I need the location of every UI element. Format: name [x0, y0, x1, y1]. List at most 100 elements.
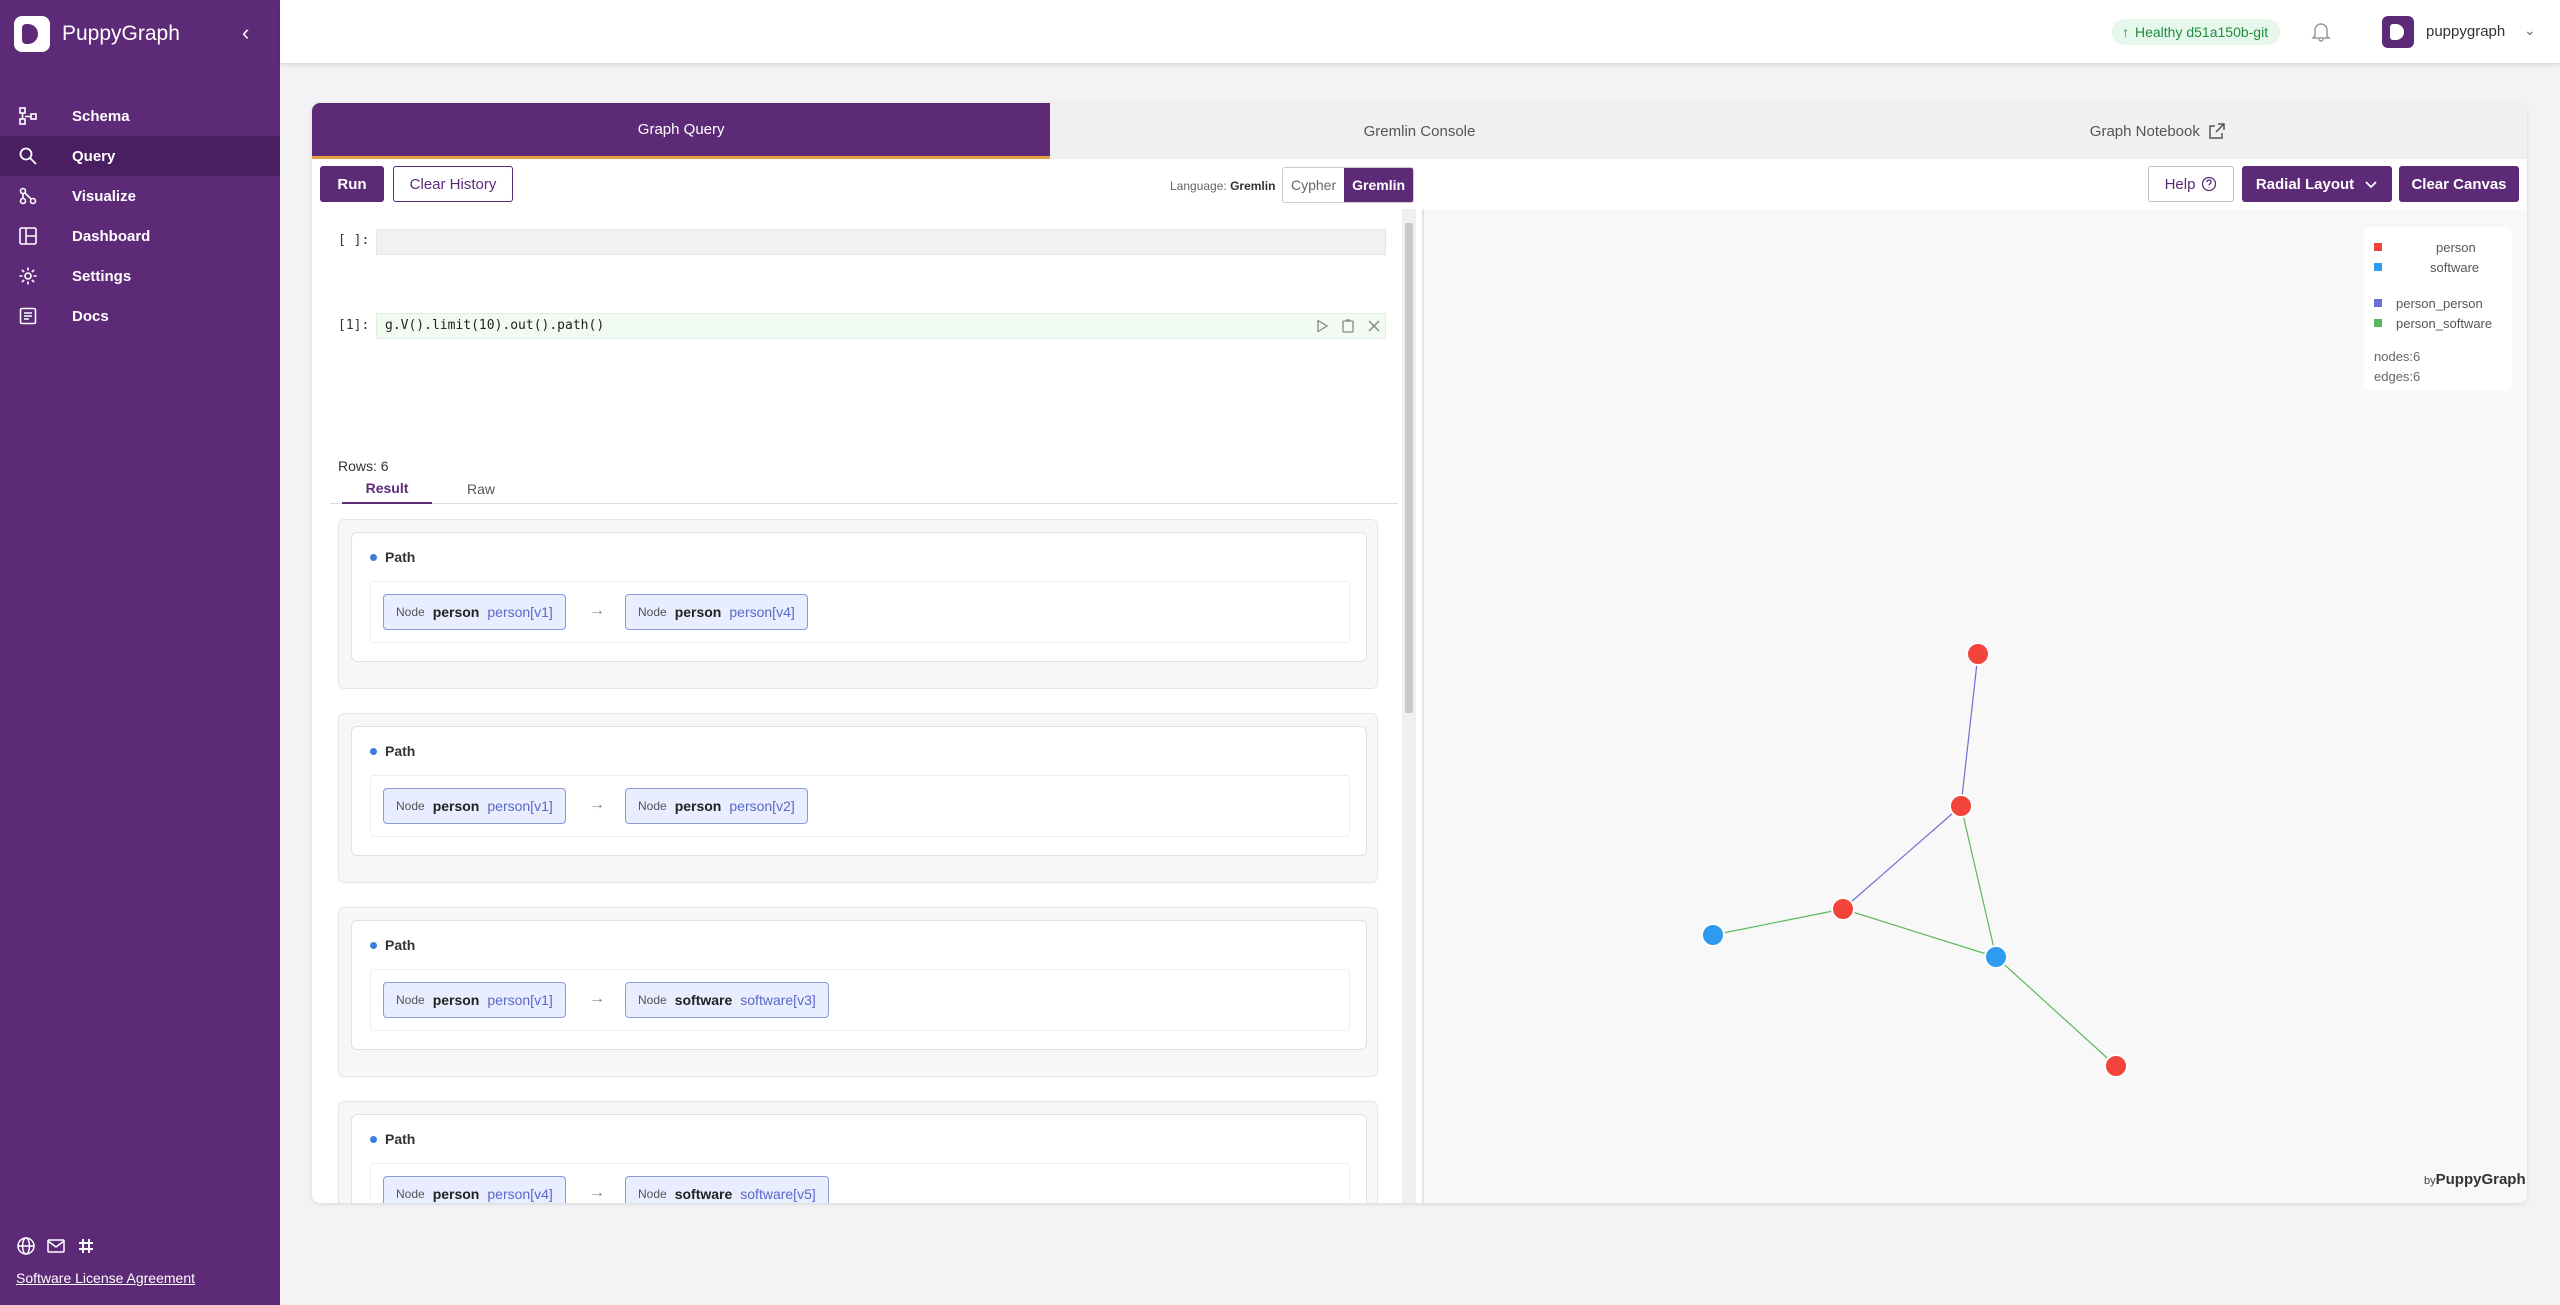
notebook-scrollbar[interactable] [1402, 209, 1416, 1203]
path-result: Path Node person person[v1] → Node software… [338, 907, 1378, 1077]
path-row: Node person person[v1] → Node person person[… [370, 775, 1350, 837]
path-node-chip[interactable]: Node person person[v4] [383, 1176, 566, 1203]
arrow-right-icon: → [589, 990, 605, 1007]
clear-history-button[interactable]: Clear History [393, 166, 513, 202]
graph-legend: person software person_person person_sof… [2364, 227, 2512, 391]
node-label: person [674, 604, 722, 620]
chevron-down-icon [2365, 181, 2377, 189]
bell-icon[interactable] [2310, 20, 2332, 42]
tab-raw[interactable]: Raw [446, 474, 516, 504]
sidebar-item-dashboard[interactable]: Dashboard [0, 216, 280, 256]
language-toggle: Cypher Gremlin [1282, 167, 1415, 203]
graph-edge[interactable] [1960, 805, 1997, 958]
help-button[interactable]: Help [2148, 166, 2234, 202]
node-kind: Node [396, 993, 425, 1007]
graph-svg[interactable] [1424, 209, 2527, 1203]
close-icon[interactable] [1366, 318, 1382, 334]
path-node-chip[interactable]: Node person person[v2] [625, 788, 808, 824]
clear-canvas-button[interactable]: Clear Canvas [2399, 166, 2519, 202]
path-node-chip[interactable]: Node person person[v1] [383, 788, 566, 824]
path-card: Path Node person person[v1] → Node person pe… [351, 532, 1367, 662]
path-row: Node person person[v4] → Node software softw… [370, 1163, 1350, 1203]
graph-edge[interactable] [1712, 908, 1844, 936]
path-result: Path Node person person[v4] → Node software… [338, 1101, 1378, 1203]
arrow-right-icon: → [589, 796, 605, 813]
tab-gremlin-console[interactable]: Gremlin Console [1050, 103, 1788, 159]
language-value: Gremlin [1230, 179, 1276, 193]
graph-node-person[interactable] [1831, 897, 1855, 921]
legend-spacer [2374, 333, 2502, 349]
arrow-up-icon: ↑ [2122, 24, 2129, 40]
copy-icon[interactable] [1340, 318, 1356, 334]
path-node-chip[interactable]: Node software software[v3] [625, 982, 829, 1018]
query-cell-input[interactable]: g.V().limit(10).out().path() [376, 313, 1386, 339]
sidebar-item-query[interactable]: Query [0, 136, 280, 176]
path-title-text: Path [385, 743, 416, 759]
lang-option-cypher[interactable]: Cypher [1283, 168, 1344, 202]
node-id: person[v1] [487, 604, 553, 620]
node-label: person [432, 798, 480, 814]
help-label: Help [2164, 175, 2196, 193]
graph-canvas[interactable]: person software person_person person_sof… [1424, 209, 2527, 1203]
chevron-down-icon[interactable]: ⌄ [2524, 22, 2536, 39]
graph-edges [1712, 653, 2117, 1067]
graph-node-software[interactable] [1984, 945, 2008, 969]
layout-label: Radial Layout [2255, 175, 2355, 193]
lang-option-gremlin[interactable]: Gremlin [1344, 168, 1414, 202]
play-icon[interactable] [1314, 318, 1330, 334]
question-circle-icon [2202, 176, 2217, 192]
brand[interactable]: PuppyGraph [14, 16, 180, 52]
mail-icon[interactable] [46, 1236, 66, 1256]
node-label: person [432, 992, 480, 1008]
user-avatar[interactable] [2382, 16, 2414, 48]
node-id: software[v3] [740, 992, 816, 1008]
legend-edge-item: person_software [2374, 313, 2502, 333]
legend-label: software [2430, 259, 2480, 275]
software-license-link[interactable]: Software License Agreement [16, 1270, 195, 1286]
graph-nodes [1701, 642, 2128, 1078]
slack-icon[interactable] [76, 1236, 96, 1256]
collapse-sidebar-chevron-icon[interactable]: ‹ [242, 20, 249, 46]
new-query-input[interactable] [376, 229, 1386, 255]
watermark-name: PuppyGraph [2435, 1171, 2526, 1188]
sidebar-item-settings[interactable]: Settings [0, 256, 280, 296]
path-title-text: Path [385, 1131, 416, 1147]
query-toolbar: Run Clear History Language: Gremlin Cyph… [312, 159, 2527, 209]
layout-dropdown[interactable]: Radial Layout [2242, 166, 2392, 202]
graph-node-person[interactable] [1949, 794, 1973, 818]
health-status-text: Healthy d51a150b-git [2135, 24, 2269, 40]
graph-edge[interactable] [1842, 805, 1962, 910]
tab-graph-query[interactable]: Graph Query [312, 103, 1051, 159]
path-node-chip[interactable]: Node person person[v4] [625, 594, 808, 630]
graph-edge[interactable] [1960, 653, 1979, 807]
cell-prompt: [1]: [338, 318, 370, 333]
node-label: person [432, 1186, 480, 1202]
docs-icon [19, 307, 37, 325]
graph-edge[interactable] [1995, 956, 2117, 1067]
tab-result[interactable]: Result [342, 474, 432, 504]
sidebar-item-docs[interactable]: Docs [0, 296, 280, 336]
path-node-chip[interactable]: Node person person[v1] [383, 594, 566, 630]
graph-node-person[interactable] [1966, 642, 1990, 666]
run-button[interactable]: Run [320, 166, 384, 202]
scrollbar-thumb[interactable] [1405, 223, 1413, 713]
cell-actions [1314, 318, 1382, 334]
graph-node-person[interactable] [2104, 1054, 2128, 1078]
sidebar-item-visualize[interactable]: Visualize [0, 176, 280, 216]
path-dot-icon [370, 747, 377, 755]
user-name[interactable]: puppygraph [2426, 23, 2505, 40]
graph-node-software[interactable] [1701, 923, 1725, 947]
legend-node-item: software [2374, 257, 2502, 277]
sidebar-item-label: Query [72, 147, 116, 165]
path-title: Path [370, 549, 415, 565]
sidebar-item-schema[interactable]: Schema [0, 96, 280, 136]
path-node-chip[interactable]: Node person person[v1] [383, 982, 566, 1018]
legend-label: person [2436, 239, 2476, 255]
sidebar-item-label: Schema [72, 107, 130, 125]
graph-edge[interactable] [1842, 908, 1997, 958]
globe-icon[interactable] [16, 1236, 36, 1256]
path-node-chip[interactable]: Node software software[v5] [625, 1176, 829, 1203]
path-dot-icon [370, 1135, 377, 1143]
tab-graph-notebook[interactable]: Graph Notebook [1789, 103, 2527, 159]
sidebar-item-label: Visualize [72, 187, 136, 205]
